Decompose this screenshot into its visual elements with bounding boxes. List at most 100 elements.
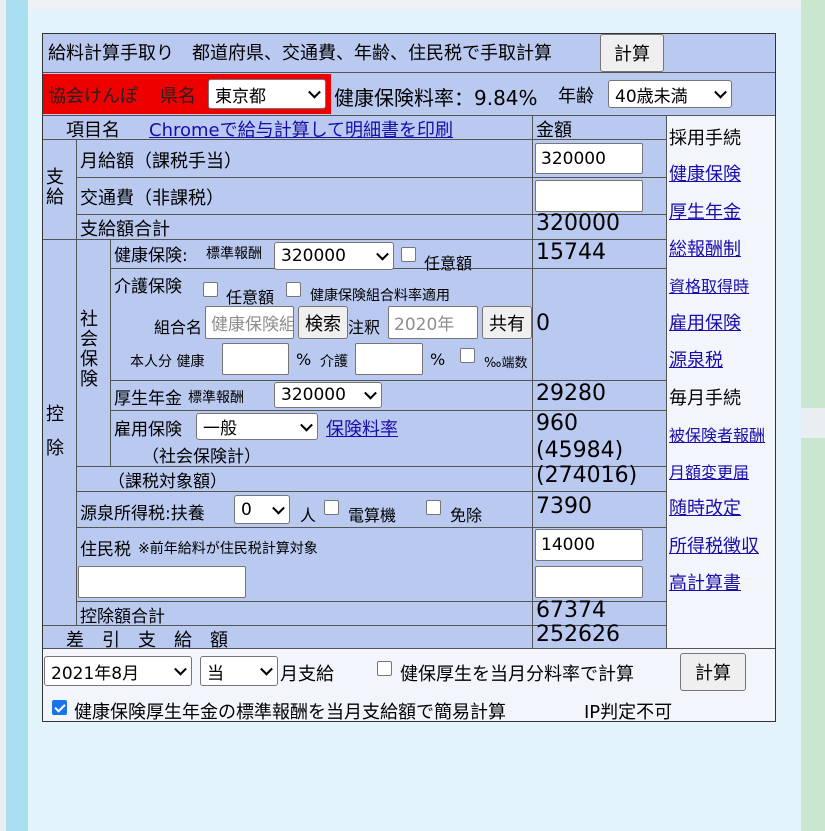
sidebar-link-pension[interactable]: 厚生年金 xyxy=(669,198,741,224)
prefecture-select[interactable]: 東京都 xyxy=(208,79,326,109)
exempt-checkbox[interactable] xyxy=(426,500,441,515)
month-select[interactable]: 2021年8月 xyxy=(44,656,192,686)
sidebar-link-employment[interactable]: 雇用保険 xyxy=(669,309,741,335)
health-optional-label: 任意額 xyxy=(424,254,473,273)
extra-item-input[interactable] xyxy=(78,566,246,598)
payment-total-label: 支給額合計 xyxy=(80,219,170,240)
background-right xyxy=(801,0,825,831)
chevron-down-icon xyxy=(714,85,727,99)
union-rate-checkbox[interactable] xyxy=(286,282,301,297)
sidebar-link-revision[interactable]: 随時改定 xyxy=(669,494,741,520)
simple-calc-label: 健康保険厚生年金の標準報酬を当月支給額で簡易計算 xyxy=(74,702,506,723)
hire-procedure-heading: 採用手続 xyxy=(669,128,741,149)
health-std-label: 標準報酬 xyxy=(206,246,262,262)
association-label: 協会けんぽ xyxy=(48,86,138,107)
background-left xyxy=(0,0,28,831)
pension-std-label: 標準報酬 xyxy=(188,390,244,406)
background-top xyxy=(28,0,801,10)
chevron-down-icon xyxy=(376,247,389,261)
print-link[interactable]: Chromeで給与計算して明細書を印刷 xyxy=(149,116,453,142)
care-optional-checkbox[interactable] xyxy=(203,282,218,297)
page-title: 給料計算手取り 都道府県、交通費、年齢、住民税で手取計算 xyxy=(48,43,552,64)
note-input[interactable]: 2020年 xyxy=(388,306,478,339)
age-select[interactable]: 40歳未満 xyxy=(608,80,732,108)
deduction-total-label: 控除額合計 xyxy=(80,607,165,627)
divider xyxy=(532,115,533,648)
current-select[interactable]: 当 xyxy=(200,656,278,686)
union-rate-label: 健康保険組合料率適用 xyxy=(310,288,450,304)
rounding-label: ‰端数 xyxy=(484,356,528,371)
prefecture-label: 県名 xyxy=(160,86,196,107)
chevron-down-icon xyxy=(308,85,321,99)
search-button[interactable]: 検索 xyxy=(298,306,348,339)
chevron-down-icon xyxy=(272,501,285,515)
header-calc-button[interactable]: 計算 xyxy=(600,34,664,72)
union-name-placeholder: 健康保険組合 xyxy=(211,315,293,335)
prefecture-value: 東京都 xyxy=(215,86,266,107)
sidebar-link-income-tax[interactable]: 所得税徴収 xyxy=(669,532,759,558)
employment-amount: 960 xyxy=(536,411,578,436)
health-rate: 健康保険料率：9.84% xyxy=(334,86,538,110)
health-optional-checkbox[interactable] xyxy=(401,247,416,262)
month-pay-label: 月支給 xyxy=(280,664,334,685)
health-std-value: 320000 xyxy=(281,246,346,266)
taxable-value: (274016) xyxy=(536,463,638,488)
chevron-down-icon xyxy=(300,418,313,432)
divider xyxy=(110,410,666,411)
deduction-group-label: 控除 xyxy=(46,404,64,459)
divider xyxy=(76,139,77,625)
footer-calc-button[interactable]: 計算 xyxy=(680,653,746,691)
monthly-salary-input[interactable]: 320000 xyxy=(535,143,643,174)
chevron-down-icon xyxy=(364,386,377,400)
social-total-value: (45984) xyxy=(536,438,624,463)
calculator-label: 電算機 xyxy=(348,506,397,525)
dependents-value: 0 xyxy=(241,499,252,520)
sidebar-link-calc-sheet[interactable]: 高計算書 xyxy=(669,569,741,595)
divider xyxy=(110,239,111,466)
health-std-select[interactable]: 320000 xyxy=(274,242,394,270)
sidebar-link-withholding[interactable]: 源泉税 xyxy=(669,346,723,372)
care-amount: 0 xyxy=(536,311,550,336)
union-name-label: 組合名 xyxy=(154,318,203,337)
payment-total-value: 320000 xyxy=(536,211,620,236)
dependents-select[interactable]: 0 xyxy=(234,495,290,524)
deduction-total-value: 67374 xyxy=(536,598,606,623)
union-name-input[interactable]: 健康保険組合 xyxy=(205,306,294,339)
background-strip xyxy=(6,0,28,831)
care-optional-label: 任意額 xyxy=(226,288,275,307)
pension-std-value: 320000 xyxy=(281,385,346,405)
persons-label: 人 xyxy=(300,506,317,525)
calculator-checkbox[interactable] xyxy=(324,500,339,515)
income-tax-label: 源泉所得税:扶養 xyxy=(80,504,205,524)
transport-input[interactable] xyxy=(535,180,643,212)
item-header: 項目名 xyxy=(66,120,120,141)
self-health-input[interactable] xyxy=(222,343,289,375)
share-button[interactable]: 共有 xyxy=(482,306,532,339)
sidebar-link-monthly-change[interactable]: 月額変更届 xyxy=(669,459,749,483)
age-label: 年齢 xyxy=(558,86,594,107)
rounding-checkbox[interactable] xyxy=(460,348,475,363)
sidebar-link-total-reward[interactable]: 総報酬制 xyxy=(669,235,741,261)
employment-rate-link[interactable]: 保険料率 xyxy=(326,415,398,441)
monthly-procedure-heading: 毎月手続 xyxy=(669,388,741,409)
extra-amount-input[interactable] xyxy=(535,566,643,598)
month-value: 2021年8月 xyxy=(51,663,140,684)
employment-label: 雇用保険 xyxy=(114,420,182,440)
self-care-input[interactable] xyxy=(355,343,423,375)
percent-label: % xyxy=(430,350,446,369)
note-label: 注釈 xyxy=(348,318,381,337)
current-rate-checkbox[interactable] xyxy=(377,661,392,676)
current-value: 当 xyxy=(207,663,224,684)
employment-type-select[interactable]: 一般 xyxy=(196,413,318,440)
sidebar-link-insured-reward[interactable]: 被保険者報酬 xyxy=(669,422,765,446)
self-share-label: 本人分 健康 xyxy=(130,354,205,370)
sidebar-link-acquisition[interactable]: 資格取得時 xyxy=(669,273,749,297)
resident-tax-input[interactable]: 14000 xyxy=(535,529,643,561)
pension-std-select[interactable]: 320000 xyxy=(274,382,382,408)
net-label: 差 引 支 給 額 xyxy=(66,630,228,651)
age-value: 40歳未満 xyxy=(615,86,688,107)
income-tax-value: 7390 xyxy=(536,494,592,519)
sidebar-link-health[interactable]: 健康保険 xyxy=(669,160,741,186)
transport-label: 交通費（非課税） xyxy=(80,188,224,209)
simple-calc-checkbox[interactable] xyxy=(52,700,67,715)
